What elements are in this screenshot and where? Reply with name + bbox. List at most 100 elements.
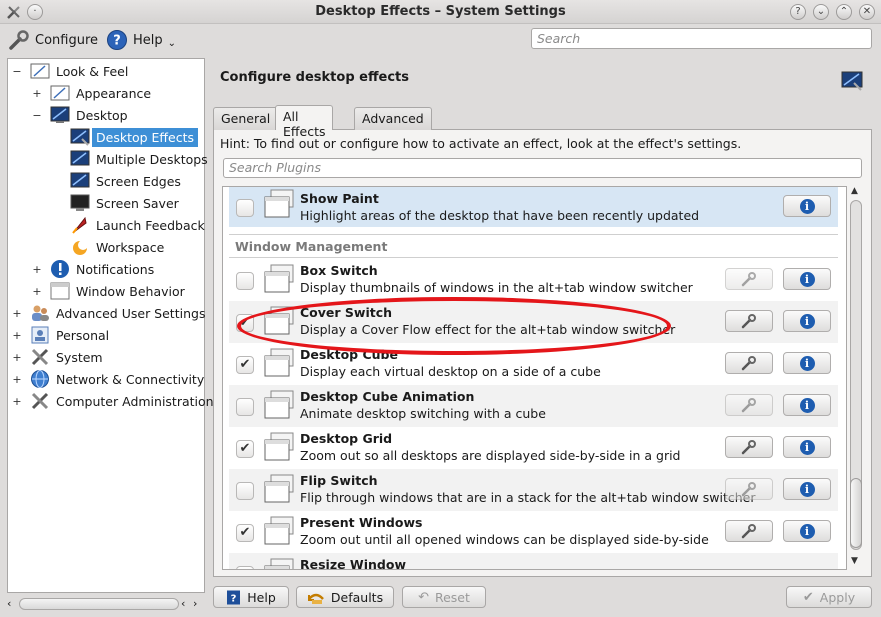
configure-effect-button[interactable]	[725, 478, 773, 500]
sidebar-item-desktop-effects[interactable]: Desktop Effects	[70, 126, 199, 148]
sidebar-item-workspace[interactable]: Workspace	[70, 236, 164, 258]
effects-list: Show Paint Highlight areas of the deskto…	[222, 186, 847, 570]
sidebar-horizontal-scrollbar[interactable]: ‹ ‹ ›	[7, 596, 205, 612]
system-icon	[31, 348, 49, 366]
effect-name: Cover Switch	[300, 305, 393, 320]
help-menu-button[interactable]: ? Help ⌄	[106, 28, 176, 52]
about-button[interactable]: i	[783, 436, 831, 458]
list-item[interactable]: ✔ Present Windows Zoom out until all opene…	[229, 511, 838, 553]
list-item[interactable]: ✔ Cover Switch Display a Cover Flow effect…	[229, 301, 838, 343]
effect-checkbox[interactable]	[236, 398, 254, 416]
configure-effect-button[interactable]	[725, 310, 773, 332]
context-help-button[interactable]: ?	[790, 4, 806, 20]
sidebar-item-network-connectivity[interactable]: + Network & Connectivity	[12, 368, 204, 390]
sidebar-item-personal[interactable]: + Personal	[12, 324, 109, 346]
sidebar-item-window-behavior[interactable]: + Window Behavior	[32, 280, 185, 302]
list-item[interactable]: ✔ Desktop Cube Display each virtual deskto…	[229, 343, 838, 385]
configure-effect-button[interactable]	[725, 394, 773, 416]
sidebar-item-appearance[interactable]: + Appearance	[32, 82, 151, 104]
configure-effect-button[interactable]	[725, 268, 773, 290]
expand-icon[interactable]: +	[12, 373, 22, 386]
list-item[interactable]: ✔ Desktop Grid Zoom out so all desktops ar…	[229, 427, 838, 469]
effect-checkbox-checked[interactable]: ✔	[236, 440, 254, 458]
undo-icon: ↶	[418, 589, 429, 605]
effect-checkbox[interactable]	[236, 272, 254, 290]
about-button[interactable]: i	[783, 394, 831, 416]
scrollbar-thumb[interactable]	[850, 478, 862, 548]
personal-icon	[31, 326, 49, 344]
window-stack-icon	[264, 474, 294, 503]
sidebar-item-computer-administration[interactable]: + Computer Administration	[12, 390, 214, 412]
minimize-button[interactable]: ⌄	[813, 4, 829, 20]
expand-icon[interactable]: +	[32, 87, 42, 100]
about-button[interactable]: i	[783, 268, 831, 290]
configure-effect-button[interactable]	[725, 352, 773, 374]
scroll-left-icon[interactable]: ‹	[7, 597, 11, 610]
tab-advanced[interactable]: Advanced	[354, 107, 432, 130]
expand-icon[interactable]: +	[12, 395, 22, 408]
configure-effect-button[interactable]	[725, 436, 773, 458]
about-button[interactable]: i	[783, 195, 831, 217]
scroll-down-icon[interactable]: ▼	[851, 556, 858, 566]
effect-checkbox-checked[interactable]: ✔	[236, 524, 254, 542]
info-icon: i	[799, 439, 815, 455]
screen-saver-icon	[70, 194, 90, 211]
about-button[interactable]: i	[783, 478, 831, 500]
close-button[interactable]: ✕	[859, 4, 875, 20]
collapse-icon[interactable]: −	[12, 65, 22, 78]
plugin-search-input[interactable]: Search Plugins	[223, 158, 862, 178]
configure-effect-button[interactable]	[725, 520, 773, 542]
desktop-icon	[50, 106, 70, 123]
desktop-effects-icon	[841, 71, 863, 91]
list-item[interactable]: Box Switch Display thumbnails of windows …	[229, 259, 838, 301]
defaults-button[interactable]: Defaults	[296, 586, 394, 608]
sidebar-item-launch-feedback[interactable]: Launch Feedback	[70, 214, 205, 236]
chevron-down-icon: ⌄	[167, 37, 177, 49]
window-title: Desktop Effects – System Settings	[315, 4, 566, 19]
list-item[interactable]: Desktop Cube Animation Animate desktop sw…	[229, 385, 838, 427]
sidebar-item-look-feel[interactable]: − Look & Feel	[12, 60, 128, 82]
list-item[interactable]: Flip Switch Flip through windows that are…	[229, 469, 838, 511]
sidebar-item-screen-edges[interactable]: Screen Edges	[70, 170, 181, 192]
about-button[interactable]: i	[783, 352, 831, 374]
effect-name: Show Paint	[300, 191, 379, 206]
expand-icon[interactable]: +	[32, 285, 42, 298]
sidebar-item-screen-saver[interactable]: Screen Saver	[70, 192, 179, 214]
reset-button[interactable]: ↶ Reset	[402, 586, 486, 608]
search-input[interactable]: Search	[531, 28, 872, 49]
effect-checkbox-checked[interactable]: ✔	[236, 314, 254, 332]
info-icon: i	[799, 523, 815, 539]
about-button[interactable]: i	[783, 520, 831, 542]
effect-checkbox[interactable]	[236, 199, 254, 217]
expand-icon[interactable]: +	[32, 263, 42, 276]
collapse-icon[interactable]: −	[32, 109, 42, 122]
expand-icon[interactable]: +	[12, 351, 22, 364]
scroll-left-icon[interactable]: ‹	[181, 597, 185, 610]
sidebar-item-multiple-desktops[interactable]: Multiple Desktops	[70, 148, 208, 170]
effects-vertical-scrollbar[interactable]: ▲ ▼	[848, 186, 864, 570]
scroll-up-icon[interactable]: ▲	[851, 186, 858, 196]
expand-icon[interactable]: +	[12, 307, 22, 320]
effect-name: Desktop Cube Animation	[300, 389, 475, 404]
effect-checkbox[interactable]	[236, 566, 254, 569]
about-button[interactable]: i	[783, 310, 831, 332]
list-item[interactable]: Resize Window	[229, 553, 838, 569]
workspace-icon	[73, 240, 88, 255]
effect-checkbox-checked[interactable]: ✔	[236, 356, 254, 374]
effect-checkbox[interactable]	[236, 482, 254, 500]
tab-all-effects[interactable]: All Effects	[275, 105, 334, 139]
expand-icon[interactable]: +	[12, 329, 22, 342]
list-item[interactable]: Show Paint Highlight areas of the deskto…	[229, 187, 838, 227]
configure-button[interactable]: Configure	[8, 28, 98, 52]
apply-button[interactable]: ✔ Apply	[786, 586, 872, 608]
sidebar-item-desktop[interactable]: − Desktop	[32, 104, 128, 126]
scroll-right-icon[interactable]: ›	[193, 597, 197, 610]
help-button[interactable]: ? Help	[213, 586, 289, 608]
sidebar-item-advanced-user-settings[interactable]: + Advanced User Settings	[12, 302, 205, 324]
scrollbar-thumb[interactable]	[19, 598, 179, 610]
maximize-button[interactable]: ⌃	[836, 4, 852, 20]
tab-general[interactable]: General	[213, 107, 279, 130]
sidebar-item-notifications[interactable]: + Notifications	[32, 258, 154, 280]
info-icon: i	[799, 481, 815, 497]
sidebar-item-system[interactable]: + System	[12, 346, 103, 368]
